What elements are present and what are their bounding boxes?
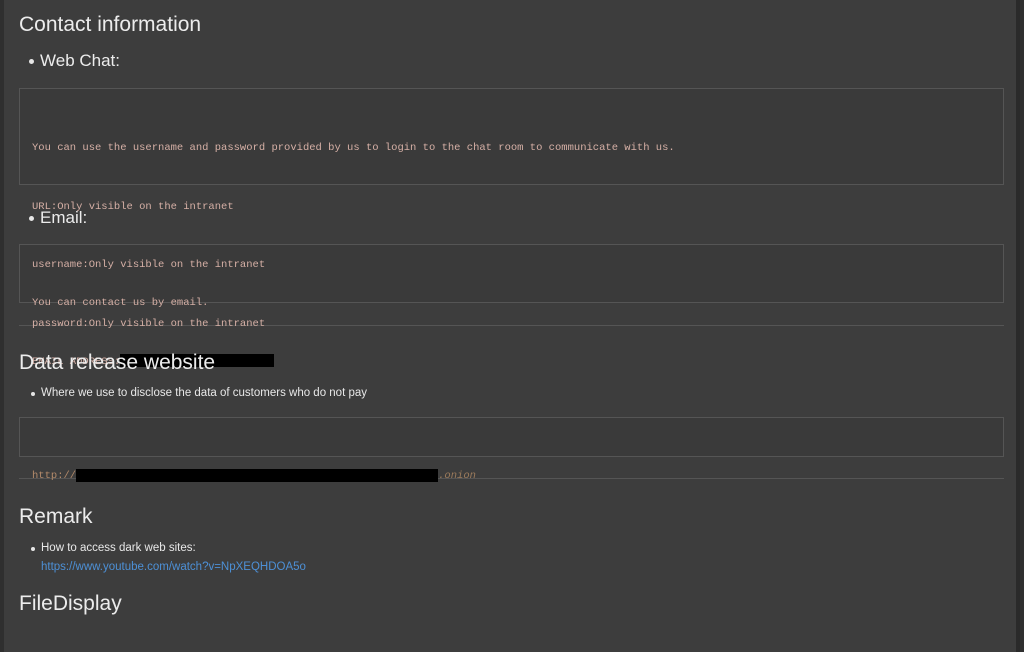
webchat-line: You can use the username and password pr…	[32, 142, 675, 154]
scrollbar-track[interactable]	[1016, 0, 1020, 652]
bullet-icon	[29, 58, 34, 64]
dark-web-guide-link[interactable]: https://www.youtube.com/watch?v=NpXEQHDO…	[19, 558, 1004, 577]
file-display-heading: FileDisplay	[19, 592, 122, 615]
contact-heading: Contact information	[19, 13, 202, 36]
onion-url-line: http:// .onion	[32, 467, 991, 487]
data-release-codebox: http:// .onion	[19, 417, 1004, 482]
data-release-bullet: Where we use to disclose the data of cus…	[41, 387, 368, 399]
remark-bullet: How to access dark web sites:	[41, 542, 196, 554]
page-content: Contact information Web Chat: You can us…	[4, 0, 1020, 652]
remark-heading: Remark	[19, 505, 93, 528]
bullet-icon	[31, 392, 35, 396]
data-release-heading: Data release website	[19, 351, 216, 374]
list-item: Where we use to disclose the data of cus…	[31, 384, 1004, 403]
webchat-subheading: Web Chat:	[19, 50, 1004, 72]
email-line: You can contact us by email.	[32, 297, 209, 309]
data-release-list: Where we use to disclose the data of cus…	[19, 384, 1004, 403]
webchat-codebox: You can use the username and password pr…	[19, 88, 1004, 330]
bullet-icon	[29, 215, 34, 221]
webchat-heading: Web Chat:	[40, 51, 121, 70]
redacted-url-block	[76, 468, 439, 482]
list-item: How to access dark web sites:	[31, 539, 1004, 558]
email-heading: Email:	[40, 208, 88, 227]
url-suffix: .onion	[438, 470, 476, 482]
bullet-icon	[31, 547, 35, 551]
url-prefix: http://	[32, 470, 77, 482]
remark-list: How to access dark web sites:	[19, 539, 1004, 558]
